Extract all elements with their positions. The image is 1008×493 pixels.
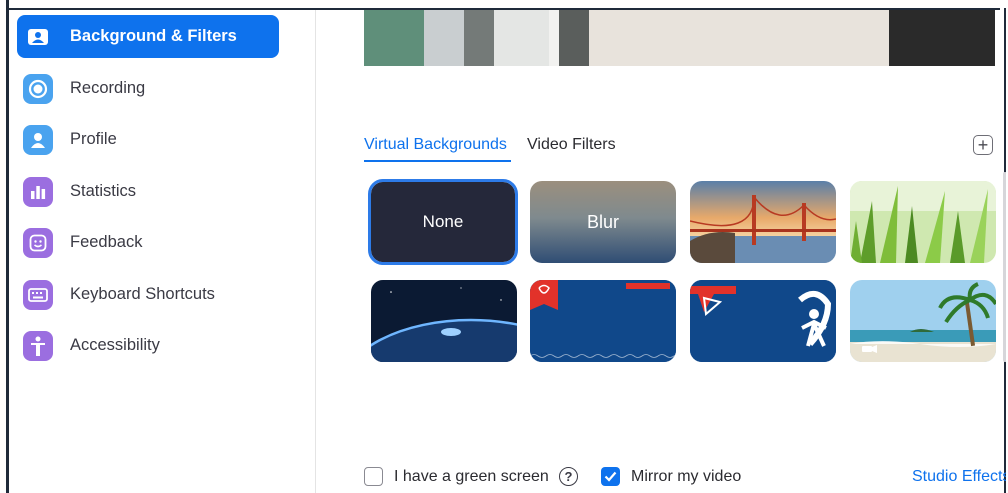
active-tab-indicator [364, 160, 511, 162]
background-filters-panel: Virtual Backgrounds Video Filters + None… [316, 10, 1006, 493]
beach-image [850, 280, 996, 362]
add-background-button[interactable]: + [973, 135, 993, 155]
plus-icon: + [977, 135, 989, 155]
settings-sidebar: Background & Filters Recording Profile S… [9, 10, 316, 493]
thumbnails-scrollbar[interactable] [1003, 172, 1006, 362]
background-blur[interactable]: Blur [530, 181, 676, 263]
background-golden-gate[interactable] [690, 181, 836, 263]
sidebar-item-feedback[interactable]: Feedback [17, 221, 279, 264]
sidebar-item-keyboard-shortcuts[interactable]: Keyboard Shortcuts [17, 273, 279, 316]
sidebar-item-label: Profile [70, 130, 117, 148]
record-icon [23, 73, 53, 104]
checkmark-icon [604, 471, 617, 482]
background-options: I have a green screen ? Mirror my video … [364, 466, 1006, 490]
branded-blue-1-image [530, 280, 676, 362]
sidebar-item-label: Background & Filters [70, 27, 237, 45]
bar-chart-icon [23, 176, 53, 207]
smiley-icon [23, 227, 53, 258]
background-beach[interactable] [850, 280, 996, 362]
grass-image [850, 181, 996, 263]
sidebar-item-label: Statistics [70, 182, 137, 200]
sidebar-item-label: Accessibility [70, 336, 160, 354]
mirror-video-checkbox[interactable] [601, 467, 620, 486]
background-branded-blue-2[interactable] [690, 280, 836, 362]
green-screen-label: I have a green screen [394, 468, 549, 485]
background-earth[interactable] [371, 280, 517, 362]
person-card-icon [23, 22, 53, 52]
background-branded-blue-1[interactable] [530, 280, 676, 362]
sidebar-item-background-filters[interactable]: Background & Filters [17, 15, 279, 58]
background-grass[interactable] [850, 181, 996, 263]
sidebar-item-statistics[interactable]: Statistics [17, 170, 279, 213]
background-none-label: None [422, 212, 464, 231]
background-blur-label: Blur [586, 211, 619, 232]
earth-image [371, 280, 517, 362]
green-screen-checkbox[interactable] [364, 467, 383, 486]
background-none[interactable]: None [368, 179, 518, 265]
keyboard-icon [23, 279, 53, 310]
accessibility-icon [23, 330, 53, 361]
tab-video-filters[interactable]: Video Filters [527, 136, 616, 154]
studio-effects-link[interactable]: Studio Effects [912, 468, 1006, 486]
mirror-video-label: Mirror my video [631, 468, 742, 485]
help-icon[interactable]: ? [559, 467, 578, 486]
sidebar-item-label: Feedback [70, 233, 143, 251]
sidebar-item-profile[interactable]: Profile [17, 118, 279, 161]
branded-blue-2-image [690, 280, 836, 362]
golden-gate-image [690, 181, 836, 263]
camera-preview [364, 10, 995, 66]
tab-virtual-backgrounds[interactable]: Virtual Backgrounds [364, 136, 507, 154]
sidebar-item-label: Keyboard Shortcuts [70, 285, 215, 303]
sidebar-item-recording[interactable]: Recording [17, 67, 279, 110]
sidebar-item-label: Recording [70, 79, 146, 97]
sidebar-item-accessibility[interactable]: Accessibility [17, 324, 279, 367]
profile-icon [23, 124, 53, 155]
